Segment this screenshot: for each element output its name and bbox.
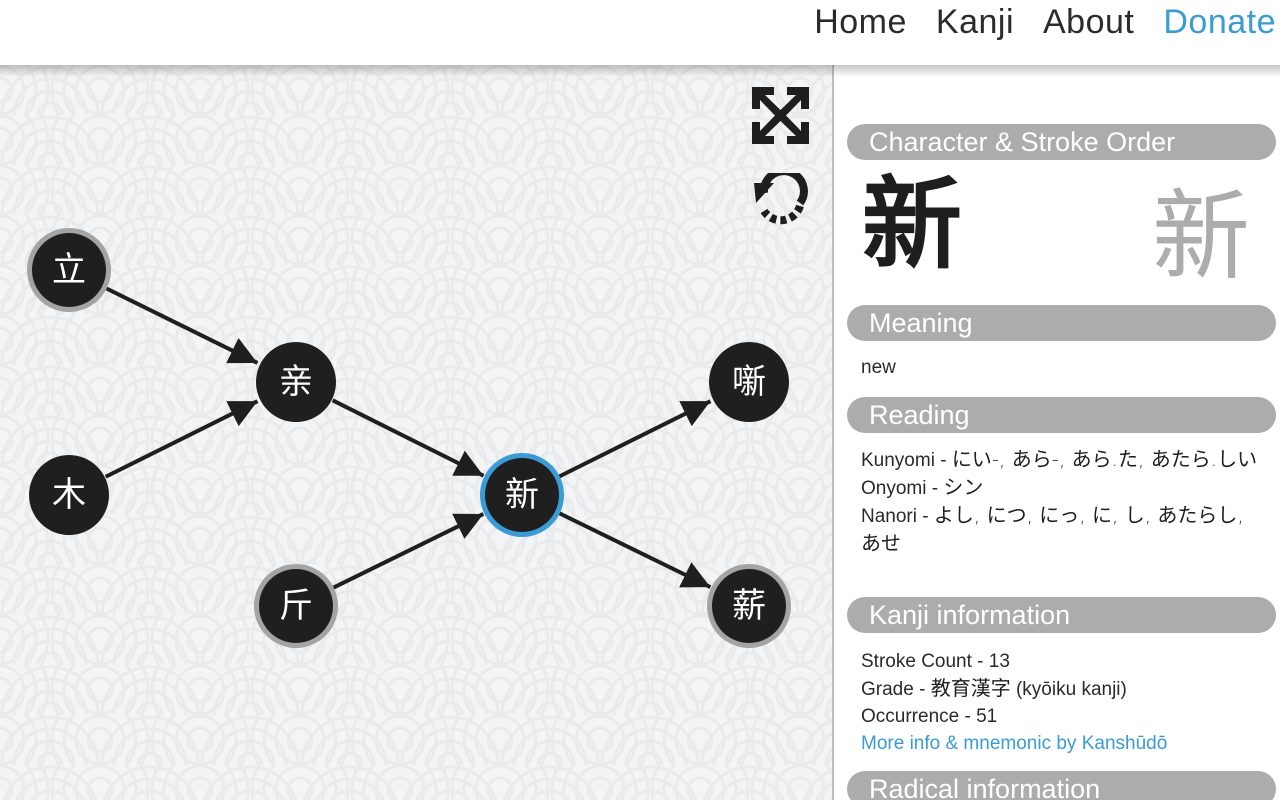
top-navigation: Home Kanji About Donate <box>0 0 1280 65</box>
node-label: 立 <box>52 250 86 290</box>
node-label: 噺 <box>732 362 766 402</box>
kanji-character: 新 <box>862 166 962 283</box>
kanshudo-more-info-link[interactable]: More info & mnemonic by Kanshūdō <box>861 733 1167 754</box>
graph-node-新[interactable]: 新 <box>480 453 564 537</box>
occurrence-value: 51 <box>976 706 998 727</box>
stroke-count-row: Stroke Count - 13 <box>861 648 1271 675</box>
kunyomi-value: にい-, あら-, あら.た, あたら.しい <box>951 447 1258 471</box>
nav-about-link[interactable]: About <box>1043 3 1134 42</box>
meaning-header: Meaning <box>847 305 1276 341</box>
kunyomi-row: Kunyomi - にい-, あら-, あら.た, あたら.しい <box>861 446 1261 474</box>
graph-node-斤[interactable]: 斤 <box>254 564 338 648</box>
stroke-order-animation[interactable]: 新 <box>1152 177 1250 297</box>
kanji-info-panel: Character & Stroke Order 新 新 Meaning new… <box>834 65 1280 800</box>
graph-edge-n3-n2 <box>104 399 259 479</box>
radical-information-header: Radical information <box>847 771 1276 800</box>
graph-edge-n5-n4 <box>331 512 485 590</box>
grade-value-romaji: (kyōiku kanji) <box>1010 679 1127 700</box>
graph-node-木[interactable]: 木 <box>29 455 109 535</box>
graph-edge-n2-n4 <box>331 398 485 478</box>
node-label: 木 <box>52 475 86 515</box>
graph-node-亲[interactable]: 亲 <box>256 342 336 422</box>
nav-kanji-link[interactable]: Kanji <box>936 3 1014 42</box>
rotate-reset-icon <box>754 167 808 225</box>
node-label: 薪 <box>732 586 766 626</box>
node-label: 斤 <box>279 586 313 626</box>
reset-layout-button[interactable] <box>752 167 809 230</box>
nav-home-link[interactable]: Home <box>814 3 907 42</box>
nav-donate-link[interactable]: Donate <box>1163 3 1276 42</box>
stroke-count-value: 13 <box>988 651 1010 672</box>
kanji-graph-panel[interactable]: 立亲木 新斤 噺薪 <box>0 65 832 800</box>
grade-row: Grade - 教育漢字 (kyōiku kanji) <box>861 675 1271 703</box>
character-stroke-order-header: Character & Stroke Order <box>847 124 1276 160</box>
graph-node-立[interactable]: 立 <box>27 228 111 312</box>
reading-header: Reading <box>847 397 1276 433</box>
onyomi-row: Onyomi - シン <box>861 474 1261 502</box>
node-label: 亲 <box>279 362 313 402</box>
nanori-row: Nanori - よし, につ, にっ, に, し, あたらし, あせ <box>861 502 1261 558</box>
kanji-information-header: Kanji information <box>847 597 1276 633</box>
grade-value-japanese: 教育漢字 <box>930 676 1011 700</box>
onyomi-value: シン <box>943 475 984 499</box>
graph-edge-n4-n6 <box>557 399 712 479</box>
fullscreen-button[interactable] <box>752 87 809 144</box>
graph-node-薪[interactable]: 薪 <box>707 564 791 648</box>
nav-links: Home Kanji About Donate <box>785 0 1276 44</box>
grade-label: Grade - <box>861 679 931 700</box>
meaning-text: new <box>861 357 896 378</box>
kanji-information-block: Stroke Count - 13 Grade - 教育漢字 (kyōiku k… <box>861 648 1271 757</box>
occurrence-row: Occurrence - 51 <box>861 703 1271 730</box>
graph-node-噺[interactable]: 噺 <box>709 342 789 422</box>
stroke-count-label: Stroke Count - <box>861 651 989 672</box>
graph-edge-n4-n7 <box>557 511 712 589</box>
occurrence-label: Occurrence - <box>861 706 977 727</box>
nanori-label: Nanori - <box>861 506 934 527</box>
kunyomi-label: Kunyomi - <box>861 450 952 471</box>
kanji-relationship-graph: 立亲木 新斤 噺薪 <box>27 228 791 648</box>
node-label: 新 <box>505 475 539 515</box>
reading-block: Kunyomi - にい-, あら-, あら.た, あたら.しい Onyomi … <box>861 446 1261 558</box>
expand-arrows-icon <box>752 87 809 144</box>
graph-edge-n1-n2 <box>104 286 259 365</box>
onyomi-label: Onyomi - <box>861 478 944 499</box>
